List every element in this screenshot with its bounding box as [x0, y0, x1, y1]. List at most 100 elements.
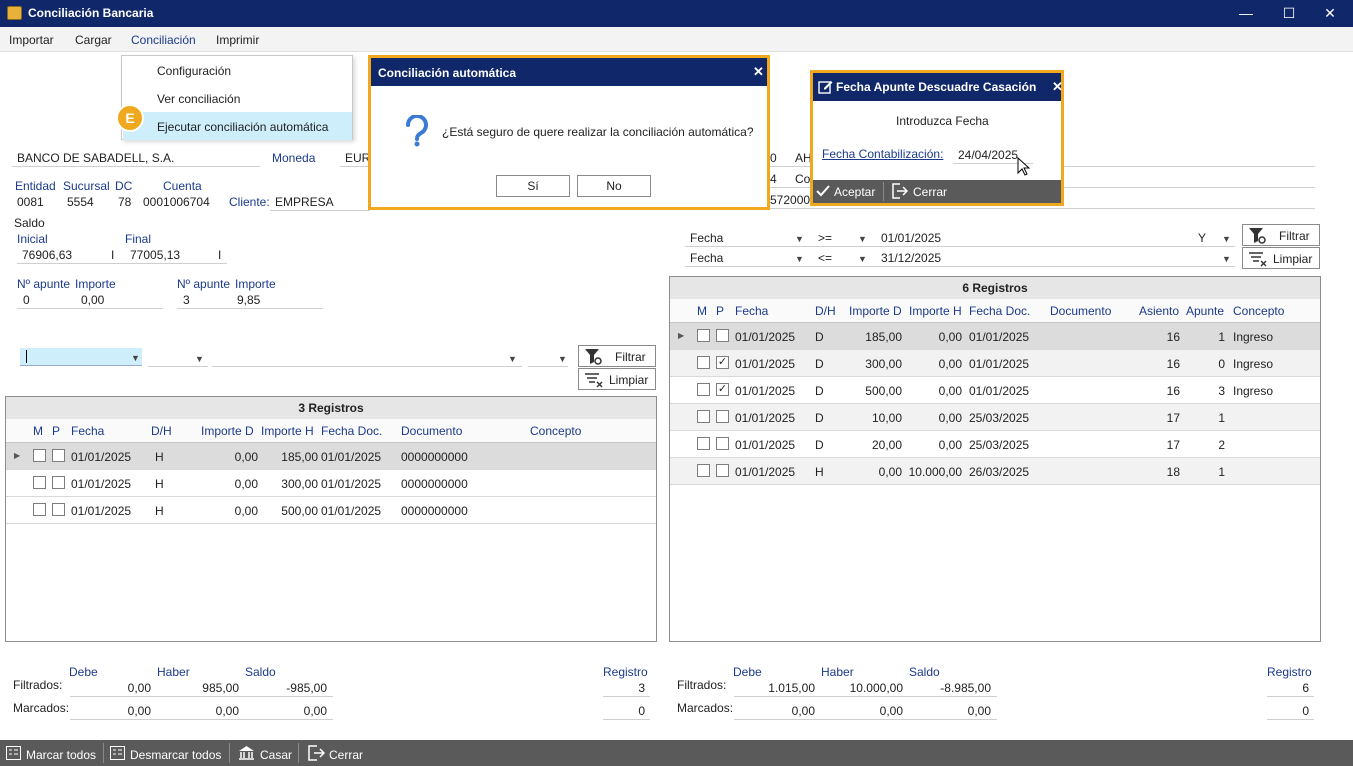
p-checkbox[interactable] — [52, 449, 65, 462]
importe2-label: Importe — [235, 277, 276, 291]
col-dh[interactable]: D/H — [815, 304, 836, 318]
col-fecha-doc[interactable]: Fecha Doc. — [321, 424, 382, 438]
left-filter-value-select[interactable]: ▼ — [212, 354, 522, 367]
maximize-button[interactable]: ☐ — [1279, 4, 1299, 22]
table-cell: 16 — [1166, 357, 1180, 371]
menu-cargar[interactable]: Cargar — [75, 33, 112, 47]
left-filter-field-select[interactable]: ▼ — [20, 348, 142, 366]
p-checkbox[interactable]: ✓ — [716, 383, 729, 396]
left-limpiar-button[interactable]: Limpiar — [578, 368, 656, 390]
confirm-dialog-title: Conciliación automática — [378, 66, 517, 80]
col-importe-h[interactable]: Importe H — [909, 304, 962, 318]
close-window-button[interactable]: ✕ — [1320, 4, 1340, 22]
table-cell: 01/01/2025 — [71, 450, 132, 464]
menu-ver-conciliacion[interactable]: Ver conciliación — [157, 92, 240, 106]
table-cell: D — [815, 330, 824, 344]
menu-imprimir[interactable]: Imprimir — [216, 33, 259, 47]
right-filter-value1[interactable]: 01/01/2025 — [881, 231, 941, 245]
m-checkbox[interactable] — [33, 476, 46, 489]
fecha-contabilizacion-input[interactable]: 24/04/2025 — [958, 148, 1018, 162]
p-checkbox[interactable] — [52, 503, 65, 516]
desmarcar-todos-button[interactable]: Desmarcar todos — [130, 748, 221, 762]
table-row[interactable]: 01/01/2025 H 0,00 10.000,00 26/03/2025 18 1 — [670, 458, 1320, 485]
final-label: Final — [125, 232, 152, 246]
row-pointer-icon: ▶ — [678, 331, 685, 340]
confirm-close-button[interactable]: ✕ — [753, 64, 764, 80]
p-checkbox[interactable] — [716, 410, 729, 423]
table-row[interactable]: ▶ 01/01/2025 H 0,00 185,00 01/01/2025 00000000… — [6, 443, 656, 470]
col-documento[interactable]: Documento — [401, 424, 462, 438]
table-cell: 0000000000 — [401, 450, 468, 464]
casar-button[interactable]: Casar — [260, 748, 292, 762]
date-close-button[interactable]: ✕ — [1052, 79, 1063, 95]
col-concepto[interactable]: Concepto — [530, 424, 581, 438]
menu-conciliacion[interactable]: Conciliación — [131, 33, 196, 47]
col-fecha[interactable]: Fecha — [71, 424, 104, 438]
left-filter-conj-select[interactable]: ▼ — [528, 354, 568, 367]
menu-configuracion[interactable]: Configuración — [157, 64, 231, 78]
right-filter-op1[interactable]: >= — [818, 231, 832, 245]
col-m[interactable]: M — [33, 424, 43, 438]
right-filter-conj[interactable]: Y — [1198, 231, 1206, 245]
napunte2-value: 3 — [183, 293, 190, 307]
p-checkbox[interactable]: ✓ — [716, 356, 729, 369]
m-checkbox[interactable] — [697, 383, 710, 396]
col-m[interactable]: M — [697, 304, 707, 318]
confirm-yes-button[interactable]: Sí — [496, 175, 570, 197]
m-checkbox[interactable] — [697, 329, 710, 342]
right-filter-value2[interactable]: 31/12/2025 — [881, 251, 941, 265]
m-checkbox[interactable] — [697, 356, 710, 369]
right-limpiar-button[interactable]: Limpiar — [1242, 247, 1320, 269]
cerrar-button[interactable]: Cerrar — [329, 748, 363, 762]
left-grid-header: M P Fecha D/H Importe D Importe H Fecha … — [6, 419, 656, 443]
menu-ejecutar-conciliacion[interactable]: Ejecutar conciliación automática — [123, 112, 352, 140]
col-p[interactable]: P — [52, 424, 60, 438]
left-filter-op-select[interactable]: ▼ — [148, 354, 208, 367]
right-filter-field2[interactable]: Fecha — [690, 251, 723, 265]
right-filtrar-button[interactable]: Filtrar — [1242, 224, 1320, 246]
col-asiento[interactable]: Asiento — [1139, 304, 1179, 318]
col-dh[interactable]: D/H — [151, 424, 172, 438]
col-apunte[interactable]: Apunte — [1186, 304, 1224, 318]
menu-importar[interactable]: Importar — [9, 33, 54, 47]
p-checkbox[interactable] — [716, 437, 729, 450]
table-row[interactable]: 01/01/2025 H 0,00 300,00 01/01/2025 000000000… — [6, 470, 656, 497]
marcar-todos-button[interactable]: Marcar todos — [26, 748, 96, 762]
col-p[interactable]: P — [716, 304, 724, 318]
minimize-button[interactable]: — — [1236, 4, 1256, 22]
m-checkbox[interactable] — [697, 410, 710, 423]
filter-icon — [585, 349, 602, 365]
left-filtrar-button[interactable]: Filtrar — [578, 345, 656, 367]
table-cell: H — [815, 465, 824, 479]
table-row[interactable]: 01/01/2025 D 20,00 0,00 25/03/2025 17 2 — [670, 431, 1320, 458]
table-row[interactable]: 01/01/2025 H 0,00 500,00 01/01/2025 000000000… — [6, 497, 656, 524]
exit-icon — [892, 183, 908, 199]
col-importe-h[interactable]: Importe H — [261, 424, 314, 438]
col-importe-d[interactable]: Importe D — [201, 424, 254, 438]
col-fecha[interactable]: Fecha — [735, 304, 768, 318]
confirm-no-button[interactable]: No — [577, 175, 651, 197]
table-cell: 0,00 — [234, 477, 258, 491]
p-checkbox[interactable] — [716, 329, 729, 342]
table-row[interactable]: 01/01/2025 D 10,00 0,00 25/03/2025 17 1 — [670, 404, 1320, 431]
aceptar-button[interactable]: Aceptar — [834, 185, 875, 199]
col-importe-d[interactable]: Importe D — [849, 304, 902, 318]
rt-f-debe: 1.015,00 — [768, 681, 815, 695]
table-row[interactable]: ▶ 01/01/2025 D 185,00 0,00 01/01/2025 16 1 Ingre… — [670, 323, 1320, 350]
right-filter-op2[interactable]: <= — [818, 251, 832, 265]
m-checkbox[interactable] — [697, 437, 710, 450]
col-fecha-doc[interactable]: Fecha Doc. — [969, 304, 1030, 318]
table-cell: 18 — [1166, 465, 1180, 479]
date-cerrar-button[interactable]: Cerrar — [913, 185, 947, 199]
lt-filtrados-label: Filtrados: — [13, 678, 63, 692]
p-checkbox[interactable] — [716, 464, 729, 477]
p-checkbox[interactable] — [52, 476, 65, 489]
table-row[interactable]: ✓ 01/01/2025 D 500,00 0,00 01/01/2025 16 3 Ingre… — [670, 377, 1320, 404]
col-concepto[interactable]: Concepto — [1233, 304, 1284, 318]
m-checkbox[interactable] — [33, 503, 46, 516]
m-checkbox[interactable] — [697, 464, 710, 477]
right-filter-field1[interactable]: Fecha — [690, 231, 723, 245]
table-row[interactable]: ✓ 01/01/2025 D 300,00 0,00 01/01/2025 16 0 Ingre… — [670, 350, 1320, 377]
m-checkbox[interactable] — [33, 449, 46, 462]
col-documento[interactable]: Documento — [1050, 304, 1111, 318]
